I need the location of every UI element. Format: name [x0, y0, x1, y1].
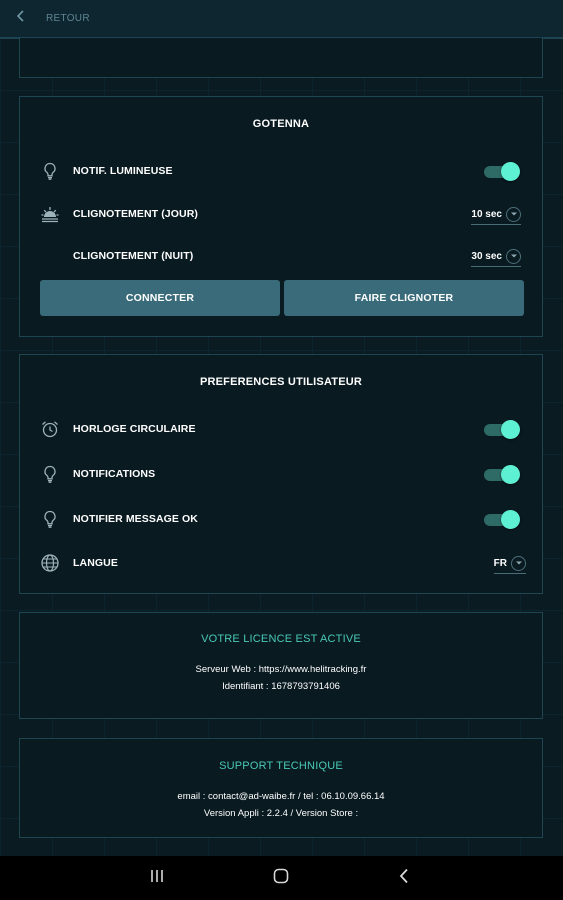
langue-label: LANGUE — [73, 557, 118, 569]
preferences-title: PREFERENCES UTILISATEUR — [199, 376, 363, 388]
clignotement-nuit-label: CLIGNOTEMENT (NUIT) — [73, 250, 194, 262]
home-icon — [271, 866, 291, 891]
clignotement-jour-label: CLIGNOTEMENT (JOUR) — [73, 208, 198, 220]
chevron-down-icon — [506, 206, 521, 222]
chevron-down-icon — [511, 555, 526, 571]
langue-select[interactable]: FR — [493, 553, 526, 574]
preferences-panel: PREFERENCES UTILISATEUR HORLOGE CIRCULAI… — [19, 354, 543, 594]
notifier-message-ok-row: NOTIFIER MESSAGE OK — [40, 507, 524, 531]
clignotement-jour-select[interactable]: 10 sec — [471, 204, 521, 225]
lightbulb-icon — [40, 509, 60, 529]
notif-lumineuse-row: NOTIF. LUMINEUSE — [40, 159, 524, 183]
clignotement-jour-row: CLIGNOTEMENT (JOUR) 10 sec — [40, 202, 524, 226]
back-arrow-icon — [394, 866, 414, 891]
recent-apps-button[interactable] — [145, 867, 169, 889]
clignotement-jour-value: 10 sec — [471, 208, 502, 220]
support-title: SUPPORT TECHNIQUE — [219, 760, 343, 772]
moon-icon — [40, 246, 60, 266]
horloge-circulaire-toggle[interactable] — [484, 420, 520, 439]
globe-icon — [40, 553, 60, 573]
alarm-clock-icon — [40, 419, 60, 439]
chevron-left-icon — [14, 9, 28, 28]
identifier-line: Identifiant : 1678793791406 — [222, 681, 340, 692]
notifications-toggle[interactable] — [484, 465, 520, 484]
server-line: Serveur Web : https://www.helitracking.f… — [195, 664, 367, 675]
recent-apps-icon — [147, 866, 167, 891]
clignotement-nuit-row: CLIGNOTEMENT (NUIT) 30 sec — [40, 244, 524, 268]
back-button[interactable]: RETOUR — [0, 0, 90, 37]
previous-panel — [19, 38, 543, 78]
clignotement-nuit-value: 30 sec — [471, 250, 502, 262]
toggle-knob — [501, 420, 520, 439]
version-line: Version Appli : 2.2.4 / Version Store : — [203, 808, 359, 819]
toggle-knob — [501, 510, 520, 529]
chevron-down-icon — [506, 248, 521, 264]
toggle-knob — [501, 162, 520, 181]
notifications-label: NOTIFICATIONS — [73, 468, 156, 480]
support-panel: SUPPORT TECHNIQUE email : contact@ad-wai… — [19, 738, 543, 838]
langue-value: FR — [493, 557, 507, 569]
gotenna-panel: GOTENNA NOTIF. LUMINEUSE CLIGNOTEMENT (J… — [19, 96, 543, 337]
clignotement-nuit-select[interactable]: 30 sec — [471, 246, 521, 267]
gotenna-title: GOTENNA — [252, 118, 310, 130]
system-back-button[interactable] — [392, 867, 416, 889]
sunrise-icon — [40, 204, 60, 224]
lightbulb-icon — [40, 464, 60, 484]
notif-lumineuse-toggle[interactable] — [484, 162, 520, 181]
notifier-message-ok-toggle[interactable] — [484, 510, 520, 529]
system-navigation-bar — [0, 856, 563, 900]
lightbulb-icon — [40, 161, 60, 181]
notifier-message-ok-label: NOTIFIER MESSAGE OK — [73, 513, 198, 525]
connecter-button[interactable]: CONNECTER — [40, 280, 280, 316]
home-button[interactable] — [269, 867, 293, 889]
toggle-knob — [501, 465, 520, 484]
notif-lumineuse-label: NOTIF. LUMINEUSE — [73, 165, 173, 177]
licence-title: VOTRE LICENCE EST ACTIVE — [201, 633, 361, 645]
top-bar: RETOUR — [0, 0, 563, 39]
faire-clignoter-button[interactable]: FAIRE CLIGNOTER — [284, 280, 524, 316]
horloge-circulaire-label: HORLOGE CIRCULAIRE — [73, 423, 196, 435]
contact-line: email : contact@ad-waibe.fr / tel : 06.1… — [177, 791, 385, 802]
notifications-row: NOTIFICATIONS — [40, 462, 524, 486]
horloge-circulaire-row: HORLOGE CIRCULAIRE — [40, 417, 524, 441]
licence-panel: VOTRE LICENCE EST ACTIVE Serveur Web : h… — [19, 612, 543, 719]
back-label: RETOUR — [46, 13, 90, 24]
langue-row: LANGUE FR — [40, 551, 526, 575]
